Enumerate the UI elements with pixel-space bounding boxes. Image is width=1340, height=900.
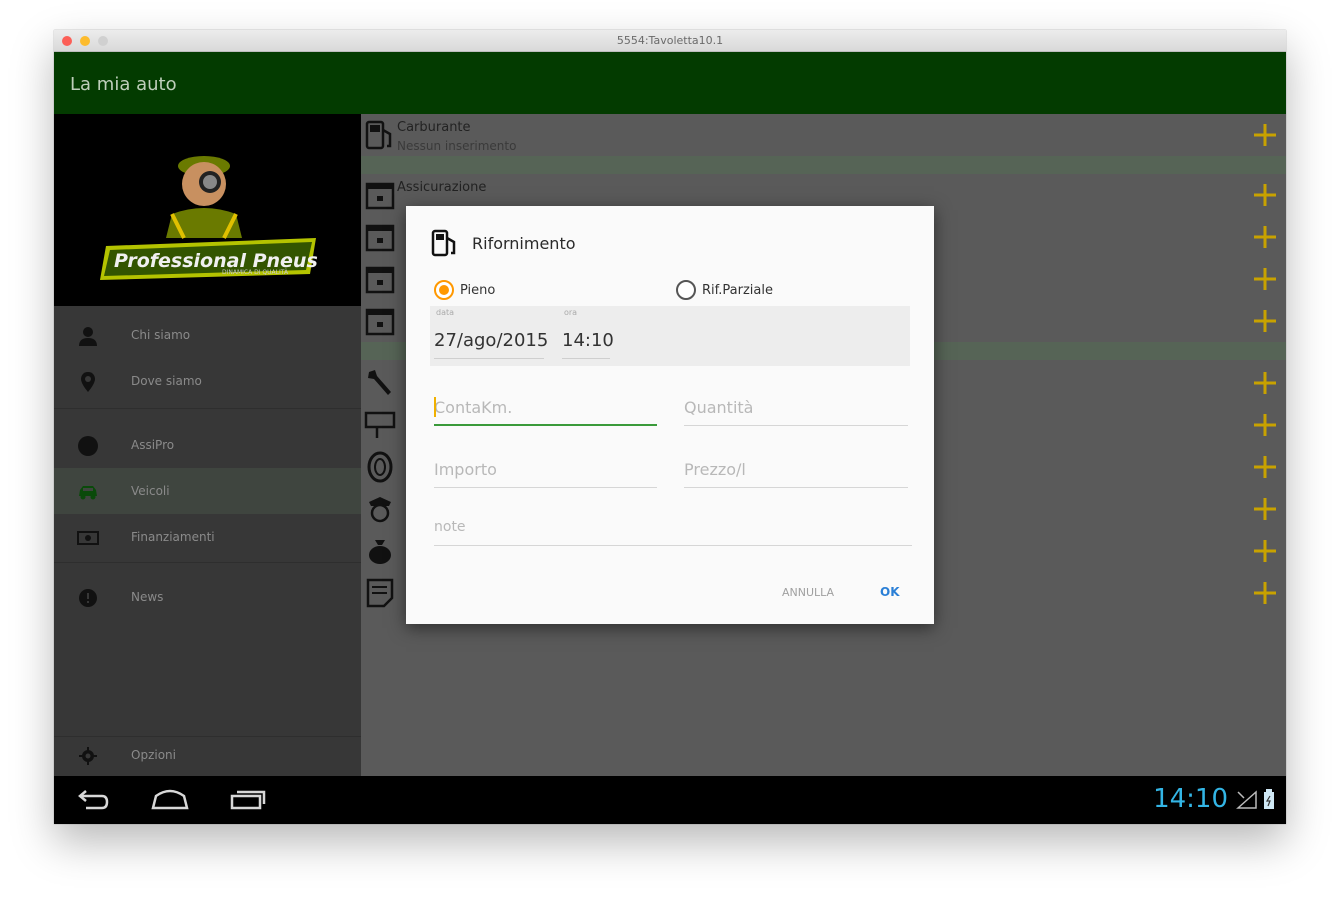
app-bar: La mia auto bbox=[54, 52, 1286, 114]
drawer-item-label: News bbox=[131, 590, 164, 604]
note-icon bbox=[366, 578, 394, 608]
brand-logo: Professional Pneus DINAMICA DI QUALITÀ bbox=[54, 114, 361, 306]
drawer-item-label: Chi siamo bbox=[131, 328, 191, 342]
emulator-window: 5554:Tavoletta10.1 La mia auto Professio… bbox=[54, 30, 1286, 824]
info-icon bbox=[79, 589, 97, 607]
time-underline bbox=[562, 358, 610, 359]
add-icon[interactable] bbox=[1252, 182, 1278, 208]
calendar-icon bbox=[365, 182, 395, 210]
add-icon[interactable] bbox=[1252, 122, 1278, 148]
drawer-item-label: AssiPro bbox=[131, 438, 175, 452]
drawer-divider bbox=[54, 408, 361, 409]
time-picker[interactable]: 14:10 bbox=[562, 330, 614, 351]
dialog-title: Rifornimento bbox=[472, 234, 576, 253]
cancel-button[interactable]: ANNULLA bbox=[782, 586, 834, 599]
sign-icon bbox=[364, 411, 396, 438]
close-window-button[interactable] bbox=[62, 36, 72, 46]
person-icon bbox=[79, 327, 97, 346]
odometer-field[interactable] bbox=[434, 392, 657, 426]
drawer-item-opzioni[interactable]: Opzioni bbox=[54, 732, 361, 778]
drawer-item-label: Opzioni bbox=[131, 748, 176, 762]
add-icon[interactable] bbox=[1252, 308, 1278, 334]
tire-icon bbox=[367, 451, 393, 483]
date-time-box: data ora 27/ago/2015 14:10 bbox=[430, 306, 910, 366]
money-bag-icon bbox=[369, 540, 391, 564]
drawer-item-chi-siamo[interactable]: Chi siamo bbox=[54, 312, 361, 358]
date-picker[interactable]: 27/ago/2015 bbox=[434, 330, 548, 351]
quantity-field[interactable] bbox=[684, 392, 908, 426]
add-icon[interactable] bbox=[1252, 580, 1278, 606]
add-icon[interactable] bbox=[1252, 538, 1278, 564]
list-item-carburante[interactable]: Carburante Nessun inserimento bbox=[361, 114, 1286, 156]
price-per-liter-field[interactable] bbox=[684, 454, 908, 488]
list-item-title: Carburante bbox=[397, 120, 471, 135]
list-item-title: Assicurazione bbox=[397, 180, 487, 195]
drawer-item-finanziamenti[interactable]: Finanziamenti bbox=[54, 514, 361, 560]
logo-tagline-text: DINAMICA DI QUALITÀ bbox=[222, 269, 289, 276]
police-icon bbox=[369, 497, 391, 523]
add-icon[interactable] bbox=[1252, 224, 1278, 250]
add-icon[interactable] bbox=[1252, 496, 1278, 522]
partial-refuel-label: Rif.Parziale bbox=[702, 283, 773, 298]
notes-input[interactable] bbox=[434, 512, 912, 542]
circle-icon bbox=[78, 436, 98, 456]
add-icon[interactable] bbox=[1252, 454, 1278, 480]
location-pin-icon bbox=[81, 372, 95, 392]
fuel-pump-icon bbox=[365, 120, 392, 150]
fuel-pump-icon bbox=[431, 229, 456, 257]
full-tank-radio[interactable] bbox=[434, 280, 454, 300]
window-title: 5554:Tavoletta10.1 bbox=[616, 34, 724, 47]
minimize-window-button[interactable] bbox=[80, 36, 90, 46]
amount-field[interactable] bbox=[434, 454, 657, 488]
text-cursor bbox=[434, 397, 436, 417]
money-icon bbox=[77, 531, 99, 545]
partial-refuel-radio[interactable] bbox=[676, 280, 696, 300]
wrench-icon bbox=[368, 370, 391, 395]
refuel-dialog: Rifornimento Pieno Rif.Parziale data ora… bbox=[406, 206, 934, 624]
date-underline bbox=[434, 358, 544, 359]
system-navigation-bar: 14:10 bbox=[54, 776, 1286, 824]
drawer-item-label: Finanziamenti bbox=[131, 530, 215, 544]
status-clock: 14:10 bbox=[1153, 784, 1228, 814]
drawer-divider bbox=[54, 562, 361, 563]
car-icon bbox=[79, 486, 97, 500]
recent-apps-icon[interactable] bbox=[228, 788, 268, 812]
signal-icon bbox=[1236, 790, 1257, 809]
ok-button[interactable]: OK bbox=[880, 585, 900, 599]
full-tank-label: Pieno bbox=[460, 283, 496, 298]
add-icon[interactable] bbox=[1252, 412, 1278, 438]
mascot-logo-icon: Professional Pneus DINAMICA DI QUALITÀ bbox=[100, 156, 318, 280]
add-icon[interactable] bbox=[1252, 370, 1278, 396]
drawer-item-assipro[interactable]: AssiPro bbox=[54, 422, 361, 468]
drawer-item-dove-siamo[interactable]: Dove siamo bbox=[54, 358, 361, 404]
drawer-item-veicoli[interactable]: Veicoli bbox=[54, 468, 361, 514]
notes-field[interactable] bbox=[434, 512, 912, 546]
list-item-subtitle: Nessun inserimento bbox=[397, 139, 517, 153]
back-icon[interactable] bbox=[76, 788, 110, 812]
window-titlebar[interactable]: 5554:Tavoletta10.1 bbox=[54, 30, 1286, 52]
app-title: La mia auto bbox=[70, 74, 177, 95]
drawer-item-label: Dove siamo bbox=[131, 374, 202, 388]
quantity-input[interactable] bbox=[684, 392, 908, 422]
odometer-input[interactable] bbox=[434, 392, 657, 422]
zoom-window-button[interactable] bbox=[98, 36, 108, 46]
calendar-icon bbox=[365, 224, 395, 252]
date-caption: data bbox=[436, 308, 455, 317]
calendar-icon bbox=[365, 308, 395, 336]
battery-icon bbox=[1264, 789, 1274, 809]
time-caption: ora bbox=[564, 308, 578, 317]
add-icon[interactable] bbox=[1252, 266, 1278, 292]
amount-input[interactable] bbox=[434, 454, 657, 484]
drawer-item-news[interactable]: News bbox=[54, 574, 361, 620]
price-per-liter-input[interactable] bbox=[684, 454, 908, 484]
gear-icon bbox=[79, 747, 97, 765]
section-divider bbox=[361, 156, 1286, 174]
calendar-icon bbox=[365, 266, 395, 294]
drawer-item-label: Veicoli bbox=[131, 484, 170, 498]
navigation-drawer: Professional Pneus DINAMICA DI QUALITÀ C… bbox=[54, 114, 361, 776]
home-icon[interactable] bbox=[150, 788, 190, 812]
